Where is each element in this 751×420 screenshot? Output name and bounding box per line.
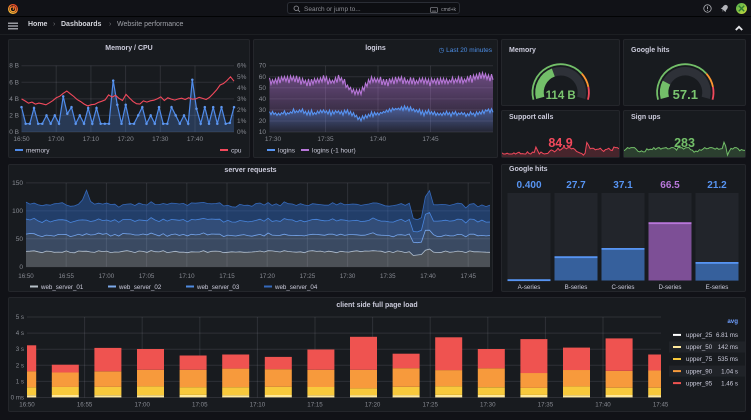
svg-text:web_server_02: web_server_02 [118, 284, 162, 291]
svg-text:17:35: 17:35 [317, 136, 334, 143]
svg-text:17:30: 17:30 [340, 273, 356, 280]
svg-text:upper_25: upper_25 [686, 332, 713, 339]
svg-text:1.46 s: 1.46 s [721, 380, 738, 387]
svg-text:16:55: 16:55 [77, 402, 93, 409]
svg-text:17:00: 17:00 [134, 402, 150, 409]
svg-text:16:50: 16:50 [18, 273, 34, 280]
svg-text:logins (-1 hour): logins (-1 hour) [312, 148, 356, 155]
svg-text:17:40: 17:40 [420, 273, 436, 280]
svg-text:2 s: 2 s [16, 362, 24, 369]
svg-text:50: 50 [259, 85, 267, 92]
svg-text:cpu: cpu [231, 148, 242, 155]
svg-text:17:15: 17:15 [219, 273, 235, 280]
svg-text:17:10: 17:10 [83, 136, 100, 143]
svg-text:web_server_01: web_server_01 [40, 284, 84, 291]
svg-text:17:45: 17:45 [460, 273, 476, 280]
svg-text:6 B: 6 B [9, 79, 19, 86]
svg-text:17:20: 17:20 [365, 402, 381, 409]
svg-text:16:50: 16:50 [13, 136, 30, 143]
svg-text:17:40: 17:40 [595, 402, 611, 409]
svg-text:upper_50: upper_50 [686, 344, 713, 351]
svg-text:2%: 2% [237, 107, 247, 114]
svg-text:17:30: 17:30 [265, 136, 282, 143]
svg-text:1.04 s: 1.04 s [721, 368, 738, 375]
svg-text:upper_90: upper_90 [686, 368, 713, 375]
svg-text:17:30: 17:30 [152, 136, 169, 143]
svg-text:17:45: 17:45 [653, 402, 669, 409]
svg-text:0: 0 [19, 264, 23, 271]
svg-text:17:35: 17:35 [538, 402, 554, 409]
svg-text:142 ms: 142 ms [718, 344, 738, 351]
svg-text:17:05: 17:05 [139, 273, 155, 280]
svg-text:0 B: 0 B [9, 129, 19, 136]
svg-text:17:15: 17:15 [307, 402, 323, 409]
svg-text:A-series: A-series [518, 284, 541, 291]
svg-text:4 s: 4 s [16, 330, 24, 337]
svg-text:17:45: 17:45 [422, 136, 439, 143]
svg-text:37.1: 37.1 [613, 180, 633, 191]
svg-text:0%: 0% [237, 129, 247, 136]
svg-text:4%: 4% [237, 85, 247, 92]
svg-text:535 ms: 535 ms [718, 356, 738, 363]
svg-text:E-series: E-series [706, 284, 729, 291]
svg-text:17:25: 17:25 [422, 402, 438, 409]
svg-text:16:50: 16:50 [19, 402, 35, 409]
svg-text:17:25: 17:25 [300, 273, 316, 280]
svg-text:1%: 1% [237, 118, 247, 125]
svg-text:avg: avg [727, 318, 738, 325]
svg-text:40: 40 [259, 96, 267, 103]
svg-text:17:00: 17:00 [99, 273, 115, 280]
svg-text:66.5: 66.5 [660, 180, 680, 191]
svg-text:50: 50 [16, 236, 24, 243]
svg-text:17:00: 17:00 [48, 136, 65, 143]
svg-text:upper_75: upper_75 [686, 356, 713, 363]
svg-text:17:05: 17:05 [192, 402, 208, 409]
svg-text:D-series: D-series [658, 284, 681, 291]
svg-text:57.1: 57.1 [673, 87, 698, 102]
svg-text:27.7: 27.7 [566, 180, 586, 191]
svg-text:6%: 6% [237, 63, 247, 70]
svg-text:6.81 ms: 6.81 ms [716, 332, 738, 339]
svg-text:1 s: 1 s [16, 378, 24, 385]
svg-text:3%: 3% [237, 96, 247, 103]
svg-text:21.2: 21.2 [707, 180, 727, 191]
svg-text:17:35: 17:35 [380, 273, 396, 280]
svg-text:10: 10 [259, 129, 267, 136]
svg-text:17:20: 17:20 [117, 136, 134, 143]
svg-text:100: 100 [12, 208, 23, 215]
svg-text:2 B: 2 B [9, 112, 19, 119]
svg-text:5 s: 5 s [16, 314, 24, 321]
svg-text:114 B: 114 B [546, 90, 576, 102]
svg-text:17:10: 17:10 [179, 273, 195, 280]
svg-text:17:10: 17:10 [250, 402, 266, 409]
svg-text:4 B: 4 B [9, 96, 19, 103]
svg-text:web_server_03: web_server_03 [196, 284, 240, 291]
svg-text:30: 30 [259, 107, 267, 114]
svg-text:web_server_04: web_server_04 [274, 284, 318, 291]
svg-text:20: 20 [259, 118, 267, 125]
svg-text:17:20: 17:20 [259, 273, 275, 280]
svg-text:60: 60 [259, 74, 267, 81]
svg-text:150: 150 [12, 180, 23, 187]
svg-text:B-series: B-series [565, 284, 588, 291]
svg-text:17:40: 17:40 [187, 136, 204, 143]
svg-text:0.400: 0.400 [516, 180, 541, 191]
svg-text:3 s: 3 s [16, 346, 24, 353]
svg-text:17:40: 17:40 [370, 136, 387, 143]
svg-text:C-series: C-series [611, 284, 634, 291]
svg-text:memory: memory [26, 148, 50, 155]
svg-text:5%: 5% [237, 74, 247, 81]
svg-text:70: 70 [259, 63, 267, 70]
svg-text:16:55: 16:55 [58, 273, 74, 280]
svg-text:17:30: 17:30 [480, 402, 496, 409]
svg-text:8 B: 8 B [9, 63, 19, 70]
svg-text:logins: logins [278, 148, 296, 155]
svg-text:0 ms: 0 ms [11, 395, 24, 402]
svg-text:upper_95: upper_95 [686, 380, 713, 387]
